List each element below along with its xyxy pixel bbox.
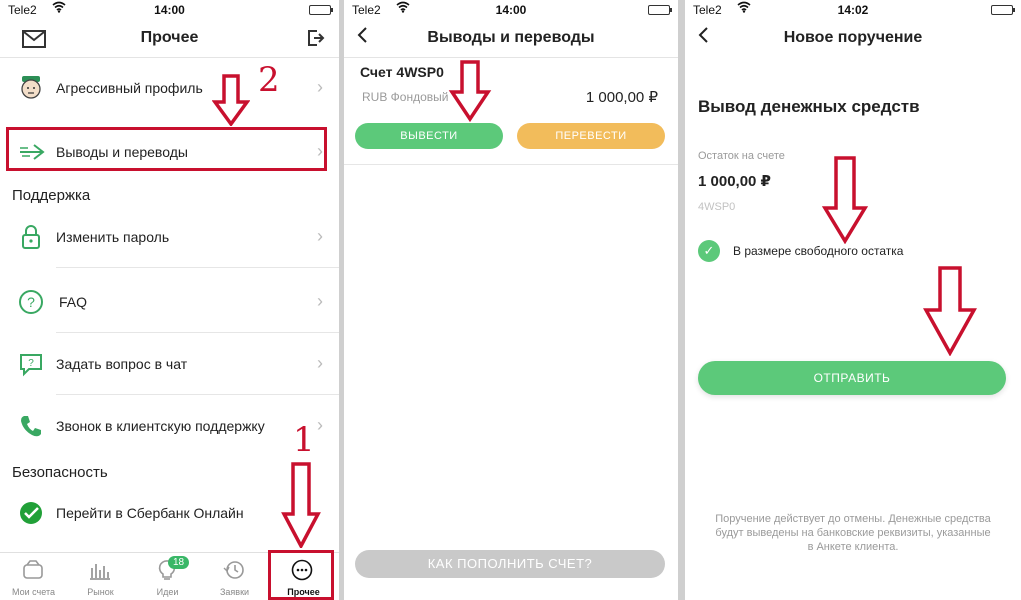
logout-icon[interactable]	[307, 29, 325, 47]
tab-ideas[interactable]: 18 Идеи	[134, 553, 201, 600]
annotation-arrow-icon	[821, 156, 869, 244]
chevron-right-icon: ›	[317, 226, 323, 246]
chat-icon: ?	[18, 351, 44, 377]
balance-label: Остаток на счете	[698, 150, 785, 162]
status-bar: Tele2 14:02	[685, 0, 1021, 20]
annotation-number-2: 2	[258, 60, 280, 100]
menu-item-label: Агрессивный профиль	[56, 80, 203, 96]
tab-label: Заявки	[219, 587, 250, 597]
balance-value: 1 000,00 ₽	[698, 173, 771, 190]
chevron-right-icon: ›	[317, 77, 323, 97]
menu-item-chat[interactable]: ? Задать вопрос в чат ›	[0, 335, 339, 395]
annotation-arrow-icon	[448, 60, 492, 122]
menu-item-label: Изменить пароль	[56, 229, 170, 245]
page-title: Прочее	[140, 29, 199, 46]
transfer-button[interactable]: ПЕРЕВЕСТИ	[517, 123, 665, 149]
checkbox-free-balance[interactable]: ✓	[698, 240, 720, 262]
battery-icon	[309, 5, 333, 15]
tab-label: Рынок	[87, 587, 114, 597]
menu-item-support-call[interactable]: Звонок в клиентскую поддержку ›	[0, 397, 339, 457]
menu-item-label: Задать вопрос в чат	[56, 356, 188, 372]
svg-text:?: ?	[27, 294, 35, 310]
section-security: Безопасность	[12, 464, 108, 481]
menu-item-change-password[interactable]: Изменить пароль ›	[0, 208, 339, 268]
sberbank-logo-icon	[18, 500, 44, 526]
nav-bar: Прочее	[0, 20, 339, 58]
chevron-right-icon: ›	[317, 353, 323, 373]
account-code: 4WSP0	[698, 201, 736, 213]
screen-other: Tele2 14:00 Прочее Агрессивный профиль ›…	[0, 0, 339, 600]
account-subtitle: RUB Фондовый	[362, 90, 449, 104]
ideas-badge: 18	[168, 556, 190, 569]
status-bar: Tele2 14:00	[0, 0, 339, 20]
status-bar: Tele2 14:00	[344, 0, 678, 20]
annotation-number-1: 1	[293, 420, 315, 460]
checkbox-label: В размере свободного остатка	[733, 244, 904, 258]
clock: 14:02	[837, 3, 869, 17]
clock: 14:00	[154, 3, 185, 17]
screen-withdrawals: Tele2 14:00 Выводы и переводы Счет 4WSP0…	[344, 0, 678, 600]
account-title: Счет 4WSP0	[360, 64, 444, 80]
phone-icon	[18, 413, 44, 439]
chevron-right-icon: ›	[317, 415, 323, 435]
battery-icon	[648, 5, 672, 15]
nav-bar: Новое поручение	[685, 20, 1021, 58]
history-clock-icon	[223, 559, 245, 581]
section-support: Поддержка	[12, 187, 91, 204]
page-title: Новое поручение	[783, 29, 923, 46]
svg-text:?: ?	[28, 358, 34, 369]
question-icon: ?	[18, 289, 44, 315]
menu-item-label: FAQ	[59, 294, 88, 310]
tab-label: Мои счета	[12, 587, 55, 597]
submit-button[interactable]: ОТПРАВИТЬ	[698, 361, 1006, 395]
tab-my-accounts[interactable]: Мои счета	[0, 553, 67, 600]
menu-item-label: Перейти в Сбербанк Онлайн	[56, 505, 244, 521]
highlight-box	[6, 127, 327, 171]
menu-item-label: Звонок в клиентскую поддержку	[56, 418, 265, 434]
chevron-right-icon: ›	[317, 291, 323, 311]
annotation-arrow-icon	[281, 462, 321, 548]
annotation-arrow-icon	[212, 74, 250, 126]
nav-bar: Выводы и переводы	[344, 20, 678, 58]
lock-icon	[18, 224, 44, 250]
clock: 14:00	[495, 3, 527, 17]
page-title: Выводы и переводы	[427, 29, 595, 46]
form-heading: Вывод денежных средств	[698, 97, 920, 116]
highlight-box	[268, 550, 334, 600]
menu-item-faq[interactable]: ? FAQ ›	[0, 273, 339, 333]
menu-item-aggressive-profile[interactable]: Агрессивный профиль ›	[0, 59, 339, 119]
disclaimer-text: Поручение действует до отмены. Денежные …	[715, 513, 991, 553]
withdraw-button[interactable]: ВЫВЕСТИ	[355, 123, 503, 149]
tab-market[interactable]: Рынок	[67, 553, 134, 600]
battery-icon	[991, 5, 1015, 15]
account-amount: 1 000,00 ₽	[585, 89, 658, 106]
tab-label: Идеи	[156, 587, 179, 597]
profile-avatar-icon	[18, 75, 44, 101]
tab-orders[interactable]: Заявки	[201, 553, 268, 600]
wallet-icon	[22, 559, 44, 581]
annotation-arrow-icon	[923, 266, 977, 356]
screen-new-order: Tele2 14:02 Новое поручение Вывод денежн…	[685, 0, 1021, 600]
how-to-topup-button[interactable]: КАК ПОПОЛНИТЬ СЧЕТ?	[355, 550, 665, 578]
market-chart-icon	[89, 559, 111, 581]
